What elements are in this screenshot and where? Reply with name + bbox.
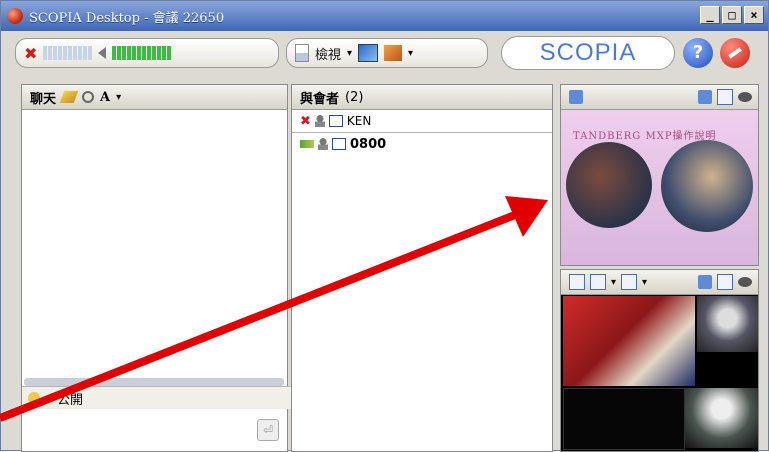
chat-splitter[interactable] — [24, 378, 284, 386]
scopia-logo: SCOPIA — [501, 36, 675, 70]
chat-scope-selector[interactable]: ▾ 公開 — [22, 386, 293, 409]
chat-title: 聊天 — [30, 91, 57, 107]
layout-icon[interactable] — [621, 274, 638, 290]
presentation-icon[interactable] — [358, 44, 379, 62]
presentation-panel: TANDBERG MXP操作說明 — [560, 84, 759, 266]
window-title: SCOPIA Desktop - 會議 22650 — [29, 10, 225, 26]
video-grid-panel: ▾ ▾ — [560, 269, 759, 452]
participants-list: ✖ KEN 0800 — [292, 110, 552, 451]
view-menu[interactable]: 檢視 — [315, 44, 341, 63]
participants-panel: 與會者 (2) ✖ KEN 0800 — [291, 84, 553, 452]
layout-icon[interactable] — [295, 44, 309, 62]
eye-icon[interactable] — [738, 277, 752, 287]
package-icon[interactable] — [384, 45, 403, 61]
participants-title: 與會者 — [300, 91, 340, 107]
pin-icon[interactable] — [569, 90, 583, 104]
participant-row[interactable]: 0800 — [292, 133, 552, 155]
participant-name: KEN — [346, 114, 372, 128]
muted-icon: ✖ — [300, 113, 311, 129]
send-button[interactable]: ⏎ — [257, 419, 279, 441]
speaker-volume-meter[interactable] — [112, 46, 172, 60]
view-controls: 檢視 ▾ ▾ — [286, 38, 488, 68]
mic-volume-meter[interactable] — [43, 46, 93, 60]
grid-view-icon[interactable] — [590, 274, 606, 290]
chevron-down-icon[interactable]: ▾ — [46, 393, 51, 404]
help-button[interactable]: ? — [683, 38, 713, 68]
chat-header: 聊天 A ▾ — [22, 85, 287, 110]
minimize-button[interactable]: _ — [700, 6, 720, 24]
app-logo-icon — [7, 8, 23, 24]
chevron-down-icon[interactable]: ▾ — [642, 277, 647, 288]
video-grid-header: ▾ ▾ — [561, 270, 758, 295]
pencil-icon[interactable] — [59, 91, 79, 103]
screen-icon — [328, 115, 343, 127]
person-icon — [314, 115, 325, 127]
presentation-image-left — [566, 142, 652, 228]
eye-icon[interactable] — [738, 92, 752, 102]
window-controls: _ □ × — [700, 6, 764, 24]
chevron-down-icon[interactable]: ▾ — [611, 277, 616, 288]
title-bar: SCOPIA Desktop - 會議 22650 _ □ × — [1, 1, 768, 31]
maximize-button[interactable]: □ — [722, 6, 742, 24]
participant-row[interactable]: ✖ KEN — [292, 110, 552, 133]
video-tile[interactable] — [697, 296, 758, 352]
moderator-key-icon — [300, 140, 314, 148]
speaker-icon[interactable] — [98, 47, 107, 59]
participant-name: 0800 — [350, 136, 387, 152]
presentation-image-right — [661, 140, 753, 232]
leave-meeting-button[interactable] — [720, 38, 750, 68]
person-view-icon[interactable] — [569, 274, 585, 290]
chat-messages[interactable] — [22, 110, 287, 378]
clock-icon[interactable] — [82, 91, 95, 103]
presentation-header — [561, 85, 758, 110]
chevron-down-icon[interactable]: ▾ — [347, 48, 352, 59]
fullscreen-icon[interactable] — [717, 89, 733, 105]
chevron-down-icon[interactable]: ▾ — [116, 92, 121, 103]
mic-mute-icon[interactable]: ✖ — [24, 44, 37, 63]
app-window: SCOPIA Desktop - 會議 22650 _ □ × ✖ 檢視 ▾ ▾ — [0, 0, 769, 452]
presentation-caption: TANDBERG MXP操作說明 — [573, 131, 717, 142]
chat-panel: 聊天 A ▾ ▾ 公開 ⏎ — [21, 84, 293, 452]
audio-controls: ✖ — [15, 38, 279, 68]
close-button[interactable]: × — [744, 6, 764, 24]
scope-icon — [28, 392, 40, 404]
detach-icon[interactable] — [698, 90, 712, 104]
detach-icon[interactable] — [698, 275, 712, 289]
fullscreen-icon[interactable] — [717, 274, 733, 290]
participants-header: 與會者 (2) — [292, 85, 552, 110]
main-toolbar: ✖ 檢視 ▾ ▾ SCOPIA ? — [1, 31, 768, 77]
chat-scope-value: 公開 — [57, 392, 84, 408]
person-icon — [318, 138, 328, 150]
participants-count: (2) — [345, 89, 364, 105]
font-button[interactable]: A — [100, 90, 110, 105]
chevron-down-icon[interactable]: ▾ — [408, 48, 413, 59]
video-tile[interactable] — [563, 296, 695, 386]
screen-icon — [332, 138, 346, 150]
video-tile[interactable] — [685, 388, 758, 448]
video-tile[interactable] — [563, 388, 685, 450]
chat-input[interactable]: ⏎ — [22, 409, 287, 451]
